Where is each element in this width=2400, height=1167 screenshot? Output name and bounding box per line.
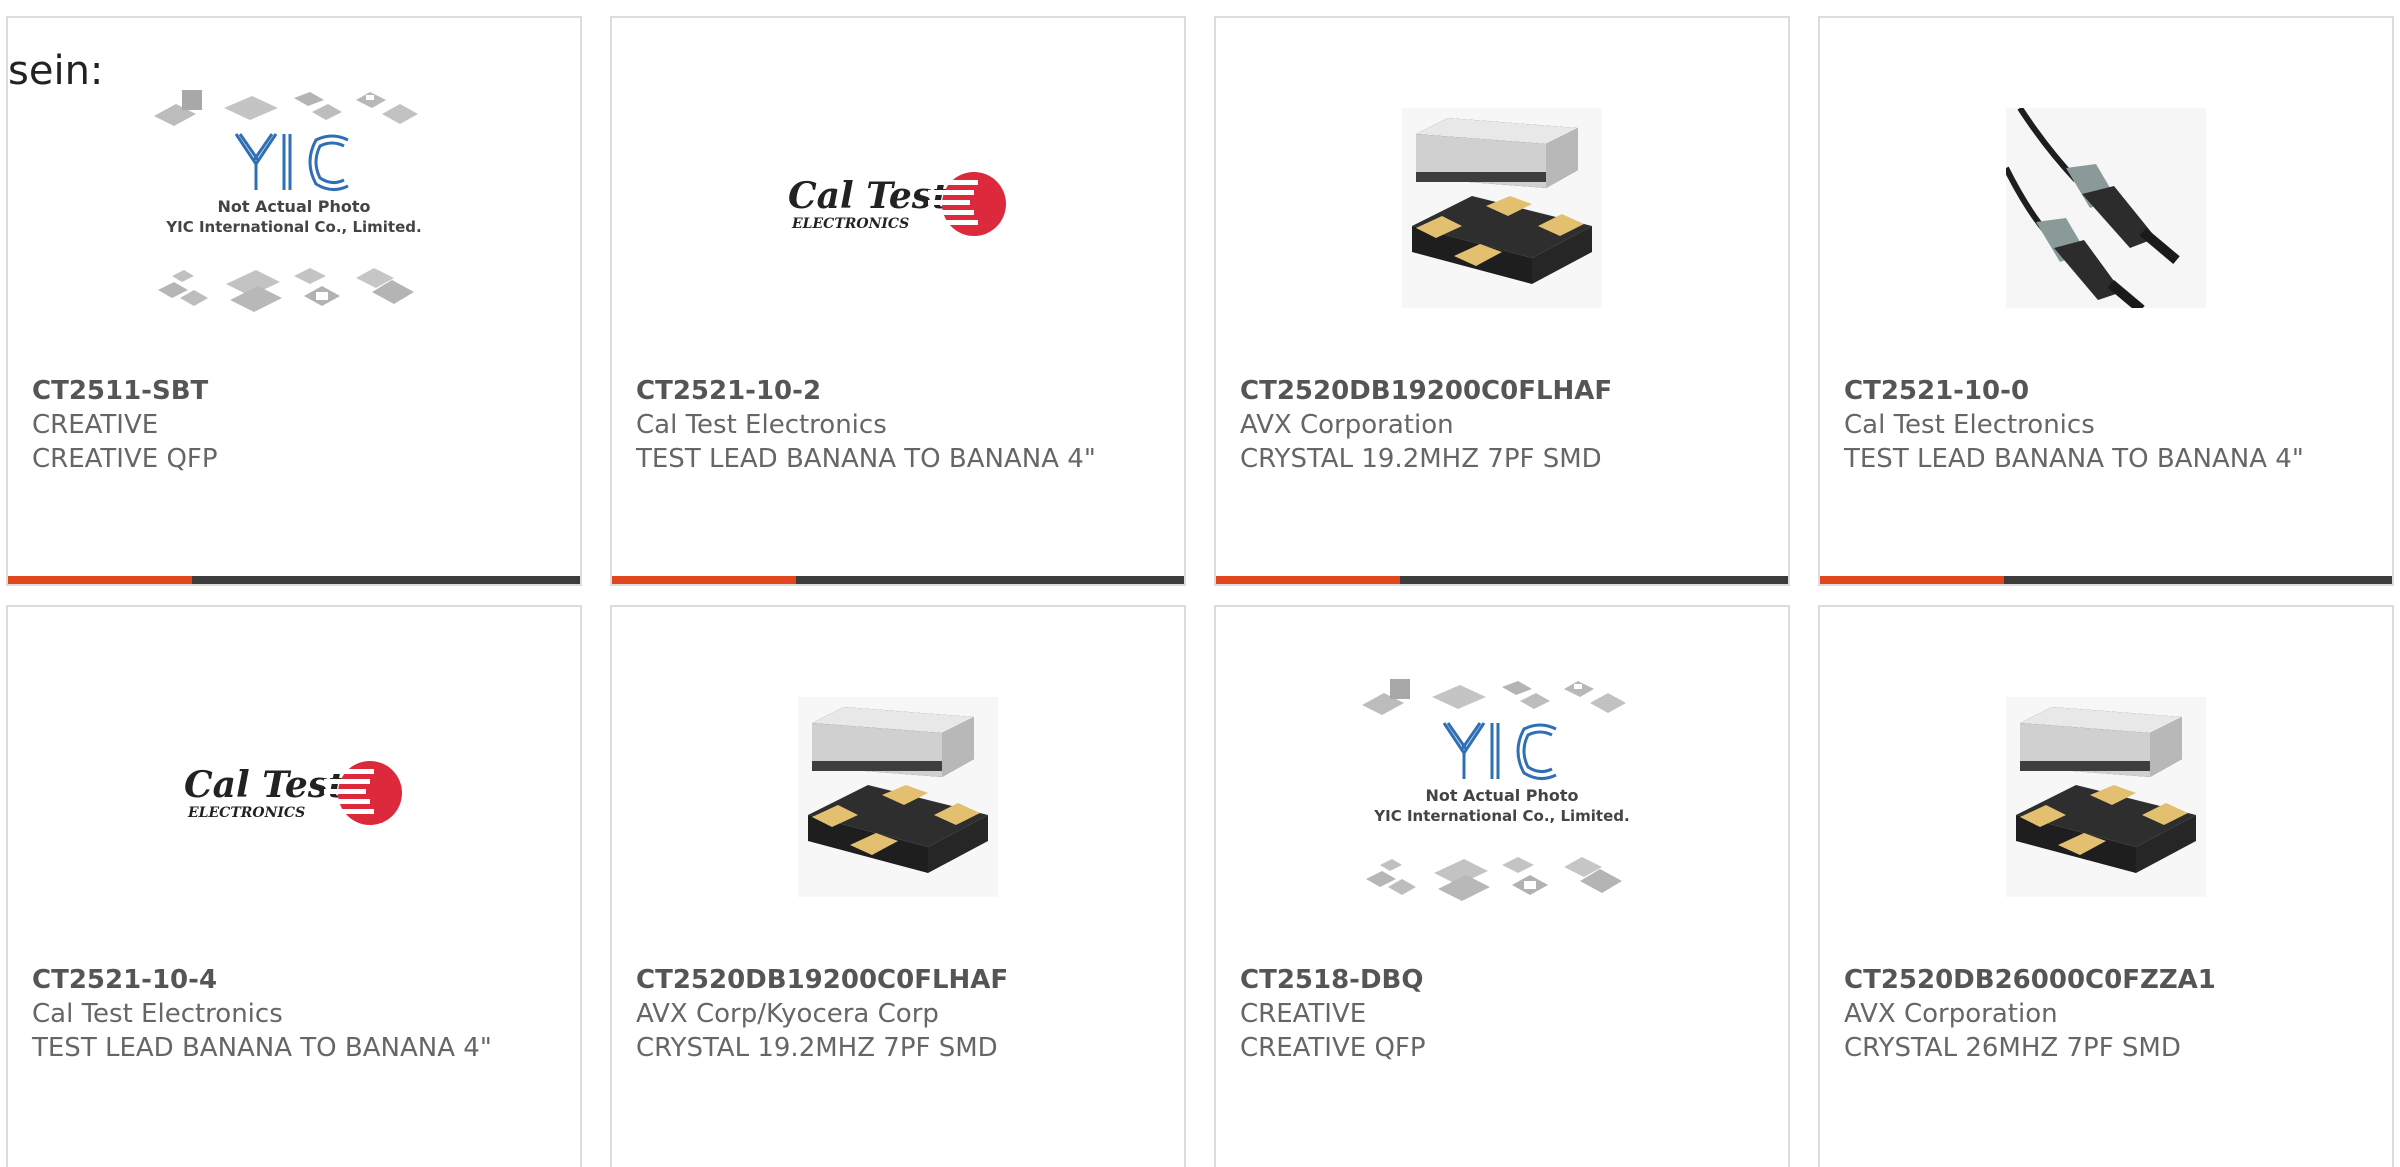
part-number[interactable]: CT2521-10-2 [636,374,1116,408]
card-bottom-bar [612,576,1184,584]
image-caption-line2: YIC International Co., Limited. [1373,807,1629,825]
description: CRYSTAL 19.2MHZ 7PF SMD [1240,444,1602,474]
product-card[interactable]: CT2520DB26000C0FZZA1 AVX Corporation CRY… [1818,605,2394,1167]
product-info: CT2511-SBT CREATIVE CREATIVE QFP [32,374,512,476]
manufacturer: Cal Test Electronics [636,410,887,440]
product-image [1820,647,2392,947]
product-image: Not Actual Photo YIC International Co., … [8,58,580,358]
cal-test-logo-image: Cal Test ELECTRONICS [788,172,1006,236]
card-accent-bar [1216,576,1400,584]
product-info: CT2520DB26000C0FZZA1 AVX Corporation CRY… [1844,963,2324,1065]
card-accent-bar [1820,576,2004,584]
product-card[interactable]: Not Actual Photo YIC International Co., … [1214,605,1790,1167]
part-number[interactable]: CT2511-SBT [32,374,512,408]
product-info: CT2521-10-2 Cal Test Electronics TEST LE… [636,374,1116,476]
card-bottom-bar [1216,576,1788,584]
card-bottom-bar [8,576,580,584]
product-card[interactable]: Cal Test ELECTRONICS CT2521-10-4 Cal Tes… [6,605,582,1167]
logo-text: Cal Test [788,175,949,217]
part-number[interactable]: CT2520DB19200C0FLHAF [1240,374,1720,408]
product-card[interactable]: CT2520DB19200C0FLHAF AVX Corp/Kyocera Co… [610,605,1186,1167]
logo-subtext: ELECTRONICS [187,805,305,821]
product-card[interactable]: Cal Test ELECTRONICS CT2521-10-2 Cal Tes… [610,16,1186,586]
manufacturer: CREATIVE [32,410,159,440]
product-info: CT2520DB19200C0FLHAF AVX Corporation CRY… [1240,374,1720,476]
manufacturer: AVX Corporation [1844,999,2058,1029]
manufacturer: AVX Corp/Kyocera Corp [636,999,939,1029]
image-caption-line1: Not Actual Photo [217,197,370,216]
description: CRYSTAL 19.2MHZ 7PF SMD [636,1033,998,1063]
product-image [1216,58,1788,358]
logo-subtext: ELECTRONICS [791,216,909,232]
part-number[interactable]: CT2521-10-0 [1844,374,2324,408]
description: TEST LEAD BANANA TO BANANA 4" [32,1033,492,1063]
part-number[interactable]: CT2520DB19200C0FLHAF [636,963,1116,997]
card-accent-bar [8,576,192,584]
crystal-smd-image [1402,108,1602,308]
part-number[interactable]: CT2520DB26000C0FZZA1 [1844,963,2324,997]
description: TEST LEAD BANANA TO BANANA 4" [1844,444,2304,474]
yic-placeholder-image: Not Actual Photo YIC International Co., … [1362,679,1630,901]
product-image: Cal Test ELECTRONICS [612,58,1184,358]
crystal-smd-image [798,697,998,897]
description: CREATIVE QFP [32,444,218,474]
test-lead-image [2006,108,2206,308]
card-accent-bar [612,576,796,584]
product-image: Not Actual Photo YIC International Co., … [1216,647,1788,947]
product-card[interactable]: Not Actual Photo YIC International Co., … [6,16,582,586]
product-card[interactable]: CT2520DB19200C0FLHAF AVX Corporation CRY… [1214,16,1790,586]
manufacturer: CREATIVE [1240,999,1367,1029]
product-image [612,647,1184,947]
cal-test-logo-image: Cal Test ELECTRONICS [184,761,402,825]
logo-text: Cal Test [184,764,345,806]
description: TEST LEAD BANANA TO BANANA 4" [636,444,1096,474]
product-card[interactable]: CT2521-10-0 Cal Test Electronics TEST LE… [1818,16,2394,586]
image-caption-line2: YIC International Co., Limited. [165,218,421,236]
product-grid-page: sein: Not Actual Photo YIC International… [0,0,2400,1167]
stray-label: sein: [8,48,104,94]
product-info: CT2518-DBQ CREATIVE CREATIVE QFP [1240,963,1720,1065]
description: CRYSTAL 26MHZ 7PF SMD [1844,1033,2181,1063]
product-image: Cal Test ELECTRONICS [8,647,580,947]
product-image [1820,58,2392,358]
product-info: CT2521-10-4 Cal Test Electronics TEST LE… [32,963,512,1065]
yic-placeholder-image: Not Actual Photo YIC International Co., … [154,90,422,312]
product-info: CT2520DB19200C0FLHAF AVX Corp/Kyocera Co… [636,963,1116,1065]
image-caption-line1: Not Actual Photo [1425,786,1578,805]
manufacturer: Cal Test Electronics [1844,410,2095,440]
crystal-smd-image [2006,697,2206,897]
part-number[interactable]: CT2521-10-4 [32,963,512,997]
product-info: CT2521-10-0 Cal Test Electronics TEST LE… [1844,374,2324,476]
manufacturer: AVX Corporation [1240,410,1454,440]
card-bottom-bar [1820,576,2392,584]
manufacturer: Cal Test Electronics [32,999,283,1029]
part-number[interactable]: CT2518-DBQ [1240,963,1720,997]
description: CREATIVE QFP [1240,1033,1426,1063]
